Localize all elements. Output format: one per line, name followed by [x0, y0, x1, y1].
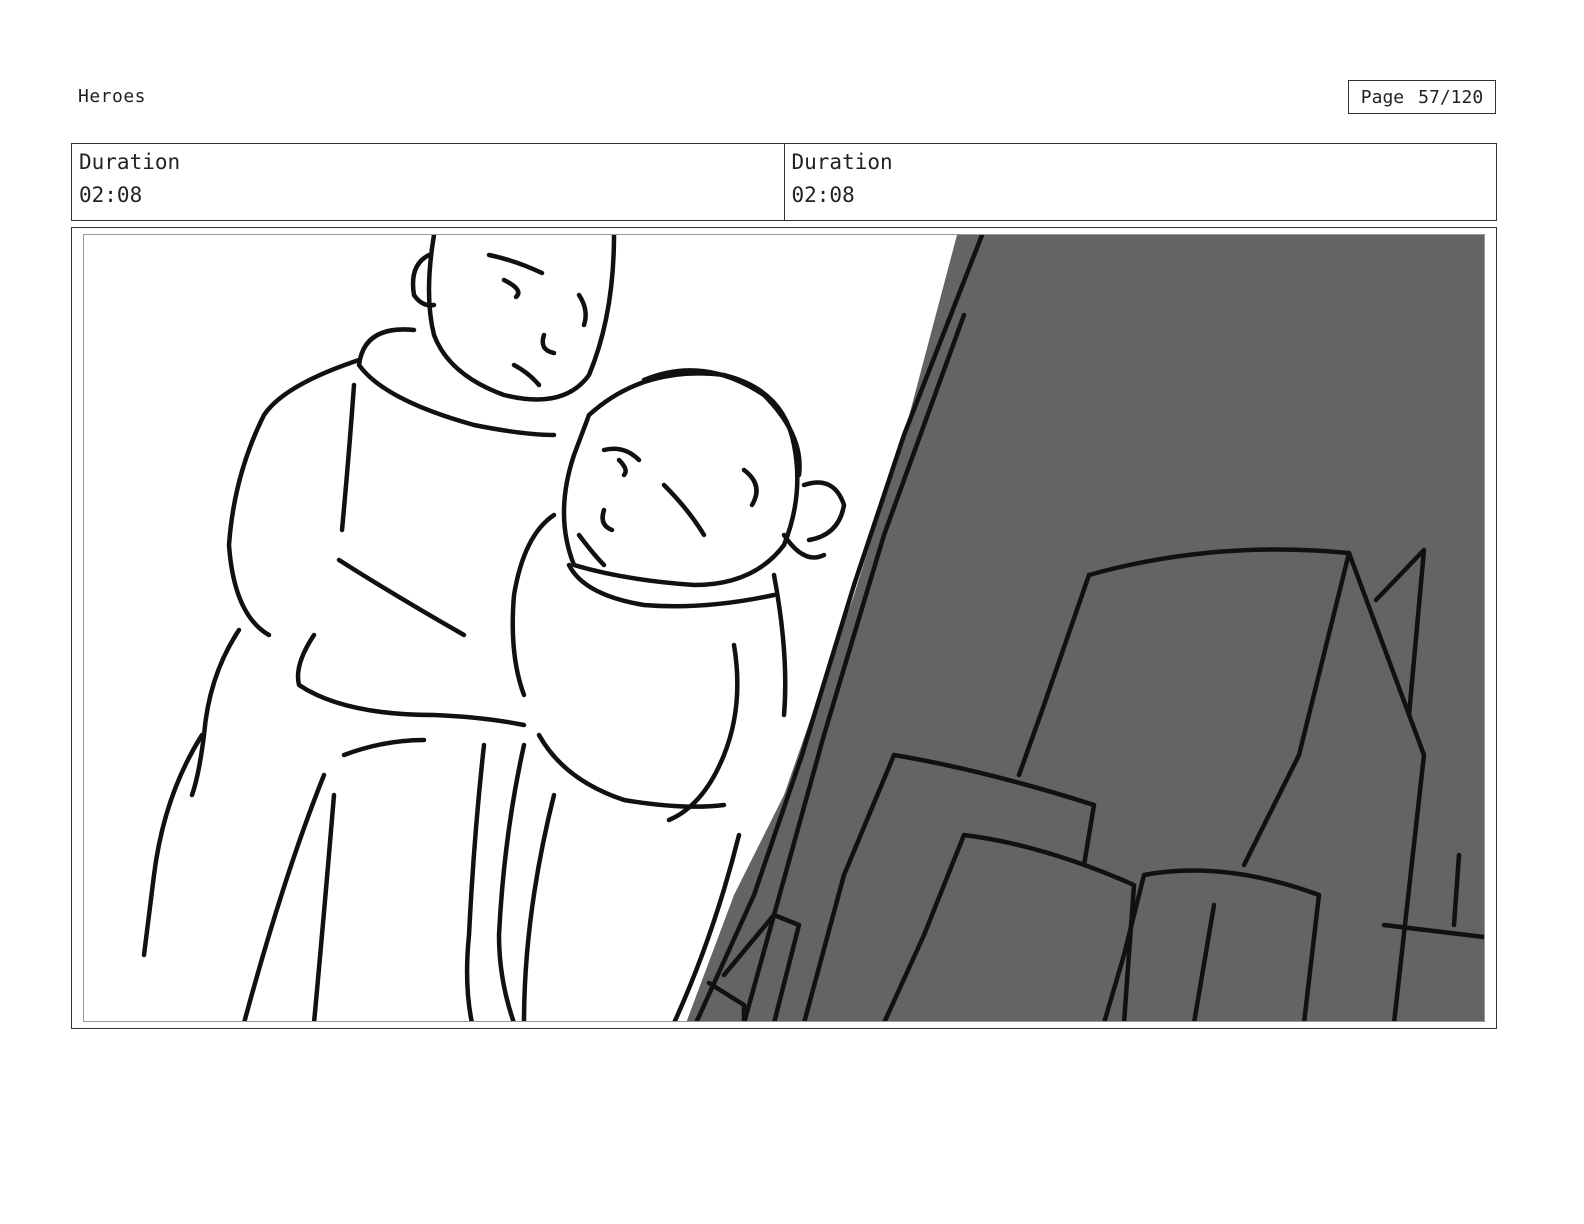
figure-1-brow: [486, 252, 545, 276]
figure-2-robe-m: [521, 792, 557, 1021]
figure-2-mouth: [576, 532, 607, 568]
figure-1-shoulder: [226, 357, 362, 638]
figure-1-cheek: [576, 292, 588, 328]
project-title: Heroes: [78, 86, 147, 107]
duration-value: 02:08: [79, 183, 143, 207]
figure-1-arm: [339, 382, 357, 533]
figure-1-arm-lower: [336, 557, 467, 638]
figure-1-nose: [540, 332, 557, 356]
duration-value: 02:08: [791, 183, 855, 207]
figure-1-collar: [356, 327, 557, 438]
figure-1-robe-left: [189, 627, 242, 798]
figure-1-robe-hem-m: [311, 792, 337, 1021]
duration-label: Duration: [791, 150, 893, 174]
figure-1-robe-right: [464, 742, 487, 1021]
figure-2-ear: [741, 467, 759, 508]
figure-1-robe-hem-l: [242, 772, 327, 1021]
figure-1-robe-left-2: [141, 732, 205, 958]
page-label: Page: [1360, 86, 1405, 108]
figure-2-head: [561, 371, 800, 588]
figure-2-back: [771, 572, 788, 718]
figure-1-mouth: [511, 362, 542, 388]
figure-2-eye-closed: [661, 482, 707, 538]
figure-1-waist: [341, 737, 427, 758]
figure-2-nose: [600, 507, 615, 533]
shot-info-cell-right: Duration 02:08: [783, 144, 1497, 220]
shot-info-row: Duration 02:08 Duration 02:08: [71, 143, 1497, 221]
page-indicator: Page 57/120: [1348, 80, 1496, 114]
figure-1-sleeve: [295, 632, 527, 728]
figure-2-bun: [801, 480, 847, 543]
figure-2-robe-l: [496, 742, 527, 1021]
figure-2-arm: [666, 642, 740, 823]
figure-2-eye: [616, 457, 628, 478]
storyboard-sketch: [141, 235, 1484, 1021]
figure-2-shoulder: [510, 512, 557, 698]
duration-label: Duration: [79, 150, 181, 174]
figure-2-sleeve: [536, 732, 727, 809]
storyboard-panel: [83, 234, 1485, 1022]
figure-2-brow: [601, 446, 642, 463]
figure-1-eye: [501, 277, 521, 300]
storyboard-panel-frame: [71, 227, 1497, 1029]
figure-2-hair: [641, 368, 802, 478]
shot-info-cell-left: Duration 02:08: [72, 144, 784, 220]
shadow-wall: [686, 235, 1484, 1021]
page-number: 57/120: [1418, 86, 1484, 108]
